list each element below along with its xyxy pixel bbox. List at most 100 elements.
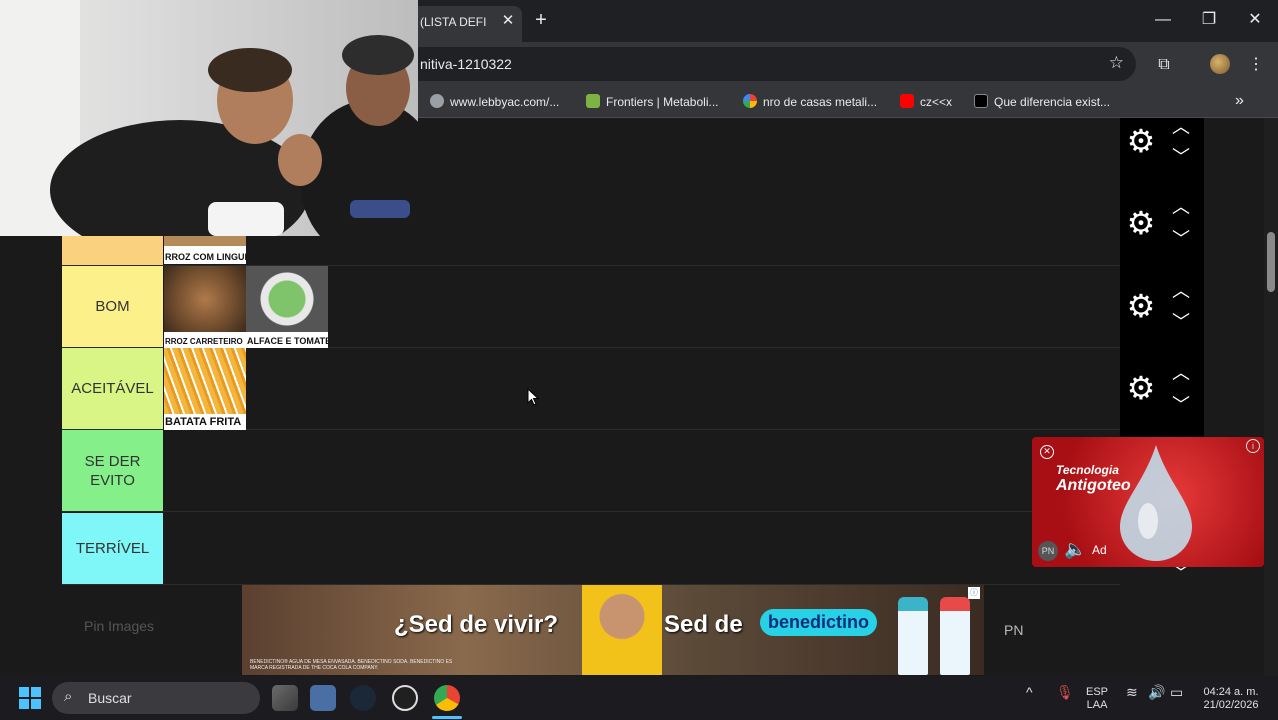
bookmark-label: Que diferencia exist... (994, 95, 1111, 109)
language-code: ESP (1086, 686, 1109, 698)
close-window-button[interactable]: ✕ (1240, 6, 1270, 34)
screen: RROZ COM LINGUIÇ BOM RROZ CARRETEIRO ALF… (0, 0, 1278, 720)
volume-icon[interactable]: 🔊 (1148, 685, 1165, 699)
move-up-icon[interactable]: ︿ (1170, 282, 1192, 300)
active-app-indicator (432, 716, 462, 719)
tier-row-se-der-evito: SE DER EVITO (62, 430, 1120, 512)
bookmark-star-icon[interactable]: ☆ (1109, 53, 1124, 73)
tier-label-bom: BOM (62, 266, 163, 347)
chevron-down-icon[interactable]: ﹀ (1170, 230, 1192, 248)
clock-date: 21/02/2026 (1203, 699, 1259, 711)
taskbar-search[interactable]: ⌕ Buscar (52, 682, 260, 714)
tier-item-alface-tomate[interactable]: ALFACE E TOMATE (246, 266, 328, 348)
chevron-down-icon[interactable]: ﹀ (1170, 313, 1192, 331)
gear-icon[interactable]: ⚙ (1124, 124, 1158, 158)
windows-start-icon[interactable] (18, 686, 42, 710)
keyboard-layout: LAA (1086, 699, 1108, 711)
clock[interactable]: 04:24 a. m. 21/02/2026 (1198, 686, 1264, 712)
url-text: nitiva-1210322 (420, 56, 512, 72)
tab-active[interactable]: (LISTA DEFI ✕ (410, 6, 522, 42)
item-caption: ALFACE E TOMATE (247, 336, 328, 346)
camera-app-icon[interactable] (310, 685, 336, 711)
close-tab-icon[interactable]: ✕ (498, 11, 518, 31)
tier-item-batata-frita[interactable]: BATATA FRITA (164, 348, 246, 430)
scrollbar-track[interactable] (1264, 118, 1278, 678)
ad-headline-2: Sed de (664, 611, 743, 638)
ad-headline-1: ¿Sed de vivir? (394, 611, 559, 638)
ad-label: Ad (1092, 543, 1107, 557)
gear-icon[interactable]: ⚙ (1124, 206, 1158, 240)
tab-title: (LISTA DEFI (420, 15, 487, 29)
address-bar[interactable]: nitiva-1210322 ☆ (400, 47, 1136, 81)
steam-icon[interactable] (350, 685, 376, 711)
task-view-icon[interactable] (272, 685, 298, 711)
tier-row-aceitavel: ACEITÁVEL BATATA FRITA (62, 348, 1120, 430)
youtube-icon (900, 94, 914, 108)
menu-kebab-icon[interactable]: ⋮ (1245, 54, 1267, 76)
gear-icon[interactable]: ⚙ (1124, 371, 1158, 405)
gear-icon[interactable]: ⚙ (1124, 289, 1158, 323)
tier-row-bom: BOM RROZ CARRETEIRO ALFACE E TOMATE (62, 266, 1120, 348)
close-ad-icon[interactable]: ✕ (1040, 445, 1054, 459)
food-image (164, 266, 246, 332)
chrome-icon[interactable] (434, 685, 460, 711)
wifi-icon[interactable]: ≋ (1126, 685, 1138, 699)
tier-label-unnamed (62, 236, 163, 265)
tier-label-aceitavel: ACEITÁVEL (62, 348, 163, 429)
food-image (164, 348, 246, 414)
webcam-people-image (0, 0, 418, 236)
move-up-icon[interactable]: ︿ (1170, 364, 1192, 382)
bookmark-label: www.lebbyac.com/... (450, 95, 560, 109)
microphone-icon[interactable]: 🎙 (1056, 685, 1074, 699)
bookmark-google[interactable]: nro de casas metali... (743, 94, 877, 112)
soda-bottle-image (940, 597, 970, 675)
pn-label: PN (1004, 622, 1024, 638)
item-caption: RROZ COM LINGUIÇ (165, 252, 246, 262)
globe-icon (430, 94, 444, 108)
info-icon[interactable]: i (1246, 439, 1260, 453)
tier-item-arroz-carreteiro[interactable]: RROZ CARRETEIRO (164, 266, 246, 348)
bookmark-label: Frontiers | Metaboli... (606, 95, 719, 109)
search-label: Buscar (88, 690, 132, 706)
tray-overflow-icon[interactable]: ^ (1026, 685, 1033, 699)
site-icon (974, 94, 988, 108)
move-up-icon[interactable]: ︿ (1170, 198, 1192, 216)
ad-choices-icon[interactable]: ⓘ (968, 587, 980, 599)
clock-time: 04:24 a. m. (1203, 686, 1259, 698)
speaker-icon[interactable]: 🔈 (1064, 539, 1086, 560)
tier-item-arroz-linguica[interactable]: RROZ COM LINGUIÇ (164, 236, 246, 264)
pin-images-link[interactable]: Pin Images (84, 618, 154, 634)
language-indicator[interactable]: ESP LAA (1086, 686, 1108, 712)
chevron-down-icon[interactable]: ﹀ (1170, 148, 1192, 166)
bookmark-lebbyac[interactable]: www.lebbyac.com/... (430, 94, 559, 112)
scrollbar-thumb[interactable] (1267, 232, 1275, 292)
webcam-overlay (0, 0, 418, 236)
ad-fineprint: BENEDICTINO® AGUA DE MESA ENVASADA. BENE… (250, 659, 453, 671)
bookmark-que-diferencia[interactable]: Que diferencia exist... (974, 94, 1110, 112)
new-tab-button[interactable]: + (530, 9, 552, 31)
taskbar: ⌕ Buscar ^ 🎙 ESP LAA ≋ 🔊 ▭ 04:24 a. m. 2… (0, 676, 1278, 720)
item-caption: BATATA FRITA (165, 416, 242, 428)
tier-row-terrivel: TERRÍVEL (62, 513, 1120, 585)
obs-icon[interactable] (392, 685, 418, 711)
water-bottle-image (898, 597, 928, 675)
battery-icon[interactable]: ▭ (1170, 685, 1183, 699)
bookmark-label: nro de casas metali... (763, 95, 878, 109)
chevron-down-icon[interactable]: ﹀ (1170, 396, 1192, 414)
minimize-button[interactable]: — (1148, 6, 1178, 34)
item-caption: RROZ CARRETEIRO (165, 337, 243, 346)
bookmark-frontiers[interactable]: Frontiers | Metaboli... (586, 94, 719, 112)
move-up-icon[interactable]: ︿ (1170, 118, 1192, 136)
side-ad[interactable]: ✕ i Tecnologia Antigoteo PN 🔈 Ad (1032, 437, 1264, 567)
extensions-icon[interactable]: ⧉ (1153, 54, 1175, 76)
food-image (164, 236, 246, 246)
maximize-button[interactable]: ❐ (1194, 6, 1224, 34)
bookmark-youtube[interactable]: cz<<x (900, 94, 952, 112)
tier-label-se-der-evito: SE DER EVITO (62, 430, 163, 511)
profile-avatar[interactable] (1210, 54, 1230, 74)
ad-title-line-1: Tecnologia (1056, 463, 1119, 477)
bottom-banner-ad[interactable]: ¿Sed de vivir? Sed de benedictino BENEDI… (242, 585, 984, 675)
tier-label-terrivel: TERRÍVEL (62, 513, 163, 584)
ad-model-image (582, 585, 662, 675)
more-bookmarks-icon[interactable]: » (1235, 92, 1244, 110)
